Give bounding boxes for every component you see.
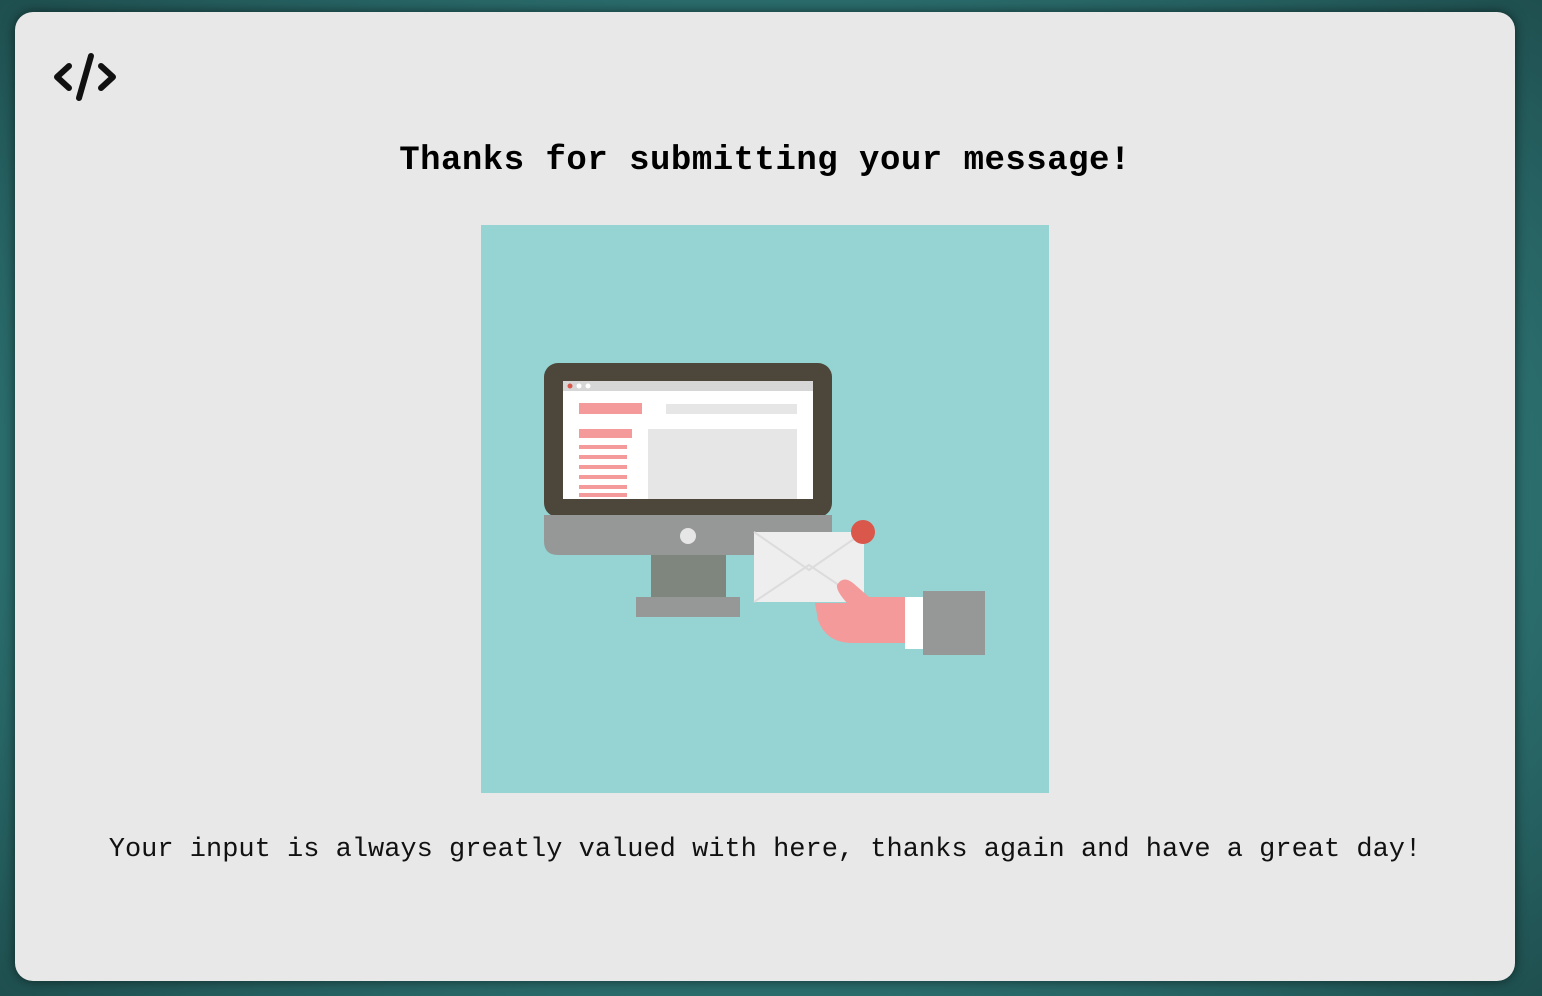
code-brackets-icon[interactable] [53, 52, 117, 102]
computer-with-envelope-illustration [481, 225, 1049, 793]
confirmation-card: Thanks for submitting your message! Your… [15, 12, 1515, 981]
page-title: Thanks for submitting your message! [399, 142, 1131, 180]
thank-you-message: Your input is always greatly valued with… [108, 835, 1422, 865]
